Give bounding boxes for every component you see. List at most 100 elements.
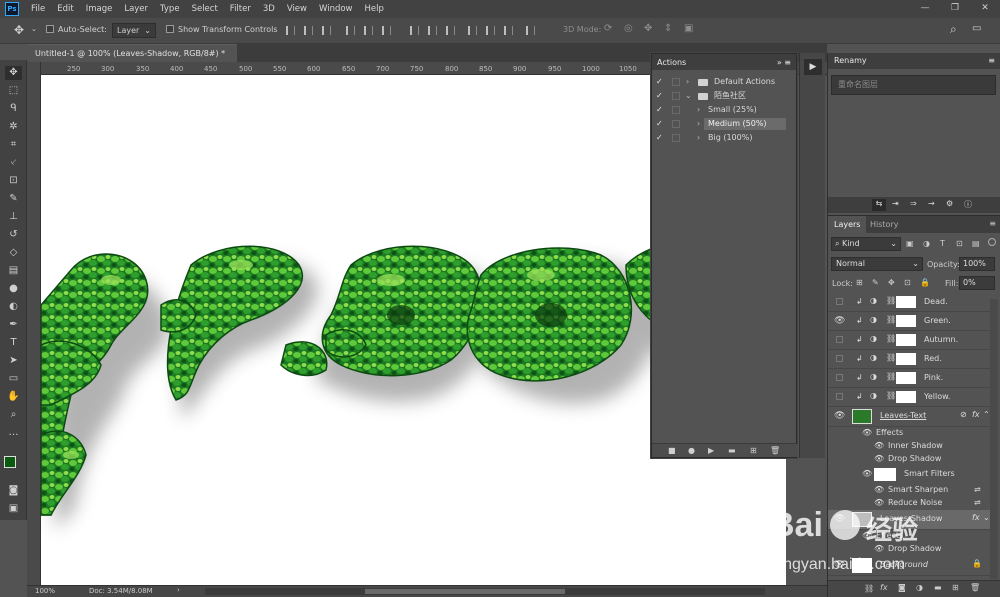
crop-tool-icon[interactable]: ⌗ [5, 138, 22, 152]
filter-shape-icon[interactable]: ⊡ [956, 239, 963, 248]
chevron-up-icon[interactable]: ⌃ [983, 410, 990, 419]
lock-transparency-icon[interactable]: ⊞ [856, 278, 863, 287]
eye-icon[interactable]: 👁 [874, 454, 884, 463]
panel-menu-icon[interactable]: ≡ [988, 53, 995, 69]
filter-mask-thumbnail[interactable] [874, 468, 896, 481]
check-icon[interactable]: ✓ [656, 75, 665, 89]
lock-position-icon[interactable]: ✥ [888, 278, 895, 287]
align-left-icon[interactable] [346, 26, 355, 35]
visibility-toggle[interactable] [836, 336, 843, 343]
move-tool-icon[interactable]: ✥ [14, 23, 24, 37]
workspace-icon[interactable]: ▭ [972, 23, 981, 34]
move-tool-icon[interactable]: ✥ [5, 66, 22, 80]
eye-icon[interactable]: 👁 [862, 469, 872, 478]
document-tab[interactable]: Untitled-1 @ 100% (Leaves-Shadow, RGB/8#… [27, 44, 237, 76]
chevron-down-icon[interactable]: ⌄ [685, 89, 692, 103]
blur-tool-icon[interactable]: ● [5, 282, 22, 296]
chevron-right-icon[interactable]: › [697, 117, 700, 131]
eraser-tool-icon[interactable]: ◇ [5, 246, 22, 260]
layer-row-leaves-text[interactable]: 👁 Leaves-Text ⊘ fx ⌃ [828, 407, 993, 427]
screen-mode-icon[interactable]: ▣ [5, 502, 22, 516]
chevron-down-icon[interactable]: ⌄ [31, 25, 37, 33]
panel-collapse-icon[interactable]: » ≡ [777, 58, 791, 67]
path-selection-icon[interactable]: ➤ [5, 354, 22, 368]
tab-layers[interactable]: Layers [828, 216, 867, 234]
distribute-hcenter-icon[interactable] [486, 26, 495, 35]
layer-row[interactable]: ↲ ◑ ⛓ Red. [828, 350, 993, 369]
lock-pixels-icon[interactable]: ✎ [872, 278, 879, 287]
play-icon[interactable]: ▶ [708, 446, 714, 455]
tab-history[interactable]: History [864, 216, 904, 234]
auto-align-icon[interactable] [526, 26, 535, 35]
minimize-button[interactable]: — [910, 0, 940, 18]
action-set-row[interactable]: ✓ ⌄ 陌鱼社区 [652, 89, 788, 103]
trash-icon[interactable]: 🗑 [770, 446, 780, 455]
arrow-forward-icon[interactable]: ⇒ [910, 199, 917, 208]
close-window-button[interactable]: ✕ [970, 0, 1000, 18]
menu-3d[interactable]: 3D [257, 0, 281, 18]
info-icon[interactable]: ⓘ [964, 199, 972, 210]
mask-thumbnail[interactable] [896, 353, 916, 365]
auto-select-checkbox[interactable]: Auto-Select: [46, 25, 107, 34]
smart-object-thumbnail[interactable] [852, 409, 872, 424]
status-menu-arrow-icon[interactable]: › [177, 586, 180, 594]
magic-wand-tool-icon[interactable]: ✲ [5, 120, 22, 134]
effects-row[interactable]: 👁 Effects [828, 427, 993, 440]
eye-icon[interactable]: 👁 [834, 316, 845, 326]
auto-select-dropdown[interactable]: Layer ⌄ [112, 23, 156, 38]
menu-layer[interactable]: Layer [118, 0, 154, 18]
filter-smartobject-icon[interactable]: ▤ [972, 239, 980, 248]
more-tools-icon[interactable]: … [5, 426, 22, 440]
mask-thumbnail[interactable] [896, 315, 916, 327]
layer-name[interactable]: Autumn. [924, 335, 958, 344]
menu-image[interactable]: Image [80, 0, 119, 18]
3d-roll-icon[interactable]: ◎ [624, 23, 633, 34]
zoom-tool-icon[interactable]: ⌕ [5, 408, 22, 422]
stamp-tool-icon[interactable]: ⊥ [5, 210, 22, 224]
horizontal-scrollbar[interactable] [205, 588, 765, 595]
layer-row[interactable]: ↲ ◑ ⛓ Pink. [828, 369, 993, 388]
rename-input[interactable]: 重命名图层 [831, 75, 996, 95]
fill-input[interactable]: 0% [959, 276, 995, 290]
action-set-row[interactable]: ✓ › Default Actions [652, 75, 788, 89]
dialog-toggle[interactable] [672, 106, 680, 114]
filter-pixel-icon[interactable]: ▣ [906, 239, 914, 248]
action-row[interactable]: ✓ › Big (100%) [652, 131, 788, 145]
action-row[interactable]: ✓ › Small (25%) [652, 103, 788, 117]
chevron-right-icon[interactable]: › [697, 131, 700, 145]
layer-name[interactable]: Red. [924, 354, 942, 363]
layer-kind-filter[interactable]: ⌕ Kind ⌄ [831, 237, 901, 251]
filter-toggle[interactable] [988, 238, 996, 246]
layer-row[interactable]: ↲ ◑ ⛓ Dead. [828, 293, 993, 312]
move-right-icon[interactable]: → [928, 199, 935, 208]
foreground-color-swatch[interactable] [4, 456, 16, 468]
action-row-selected[interactable]: ✓ › Medium (50%) [652, 117, 788, 131]
blend-mode-dropdown[interactable]: Normal ⌄ [831, 257, 923, 271]
align-bottom-icon[interactable] [322, 26, 331, 35]
3d-drag-icon[interactable]: ✥ [644, 23, 652, 34]
layer-name[interactable]: Yellow. [924, 392, 950, 401]
smart-filters-row[interactable]: 👁 Smart Filters [828, 466, 993, 484]
menu-select[interactable]: Select [186, 0, 224, 18]
menu-filter[interactable]: Filter [224, 0, 257, 18]
stop-icon[interactable]: ■ [668, 446, 676, 455]
3d-slide-icon[interactable]: ⇕ [664, 23, 672, 34]
distribute-top-icon[interactable] [410, 26, 419, 35]
layer-name[interactable]: Green. [924, 316, 951, 325]
vertical-ruler[interactable] [27, 62, 41, 585]
dialog-toggle[interactable] [672, 134, 680, 142]
chevron-right-icon[interactable]: › [697, 103, 700, 117]
lasso-tool-icon[interactable]: ᑫ [5, 102, 22, 116]
eyedropper-tool-icon[interactable]: ⸔ [5, 156, 22, 170]
layer-row[interactable]: 👁 ↲ ◑ ⛓ Green. [828, 312, 993, 331]
gear-icon[interactable]: ⚙ [946, 199, 953, 208]
layer-name[interactable]: Dead. [924, 297, 948, 306]
history-brush-icon[interactable]: ↺ [5, 228, 22, 242]
check-icon[interactable]: ✓ [656, 117, 665, 131]
filter-type-icon[interactable]: T [940, 239, 945, 248]
healing-tool-icon[interactable]: ⊡ [5, 174, 22, 188]
3d-rotate-icon[interactable]: ⟳ [604, 23, 612, 34]
eye-icon[interactable]: 👁 [874, 441, 884, 450]
marquee-tool-icon[interactable]: ⬚ [5, 84, 22, 98]
chevron-right-icon[interactable]: › [686, 75, 689, 89]
